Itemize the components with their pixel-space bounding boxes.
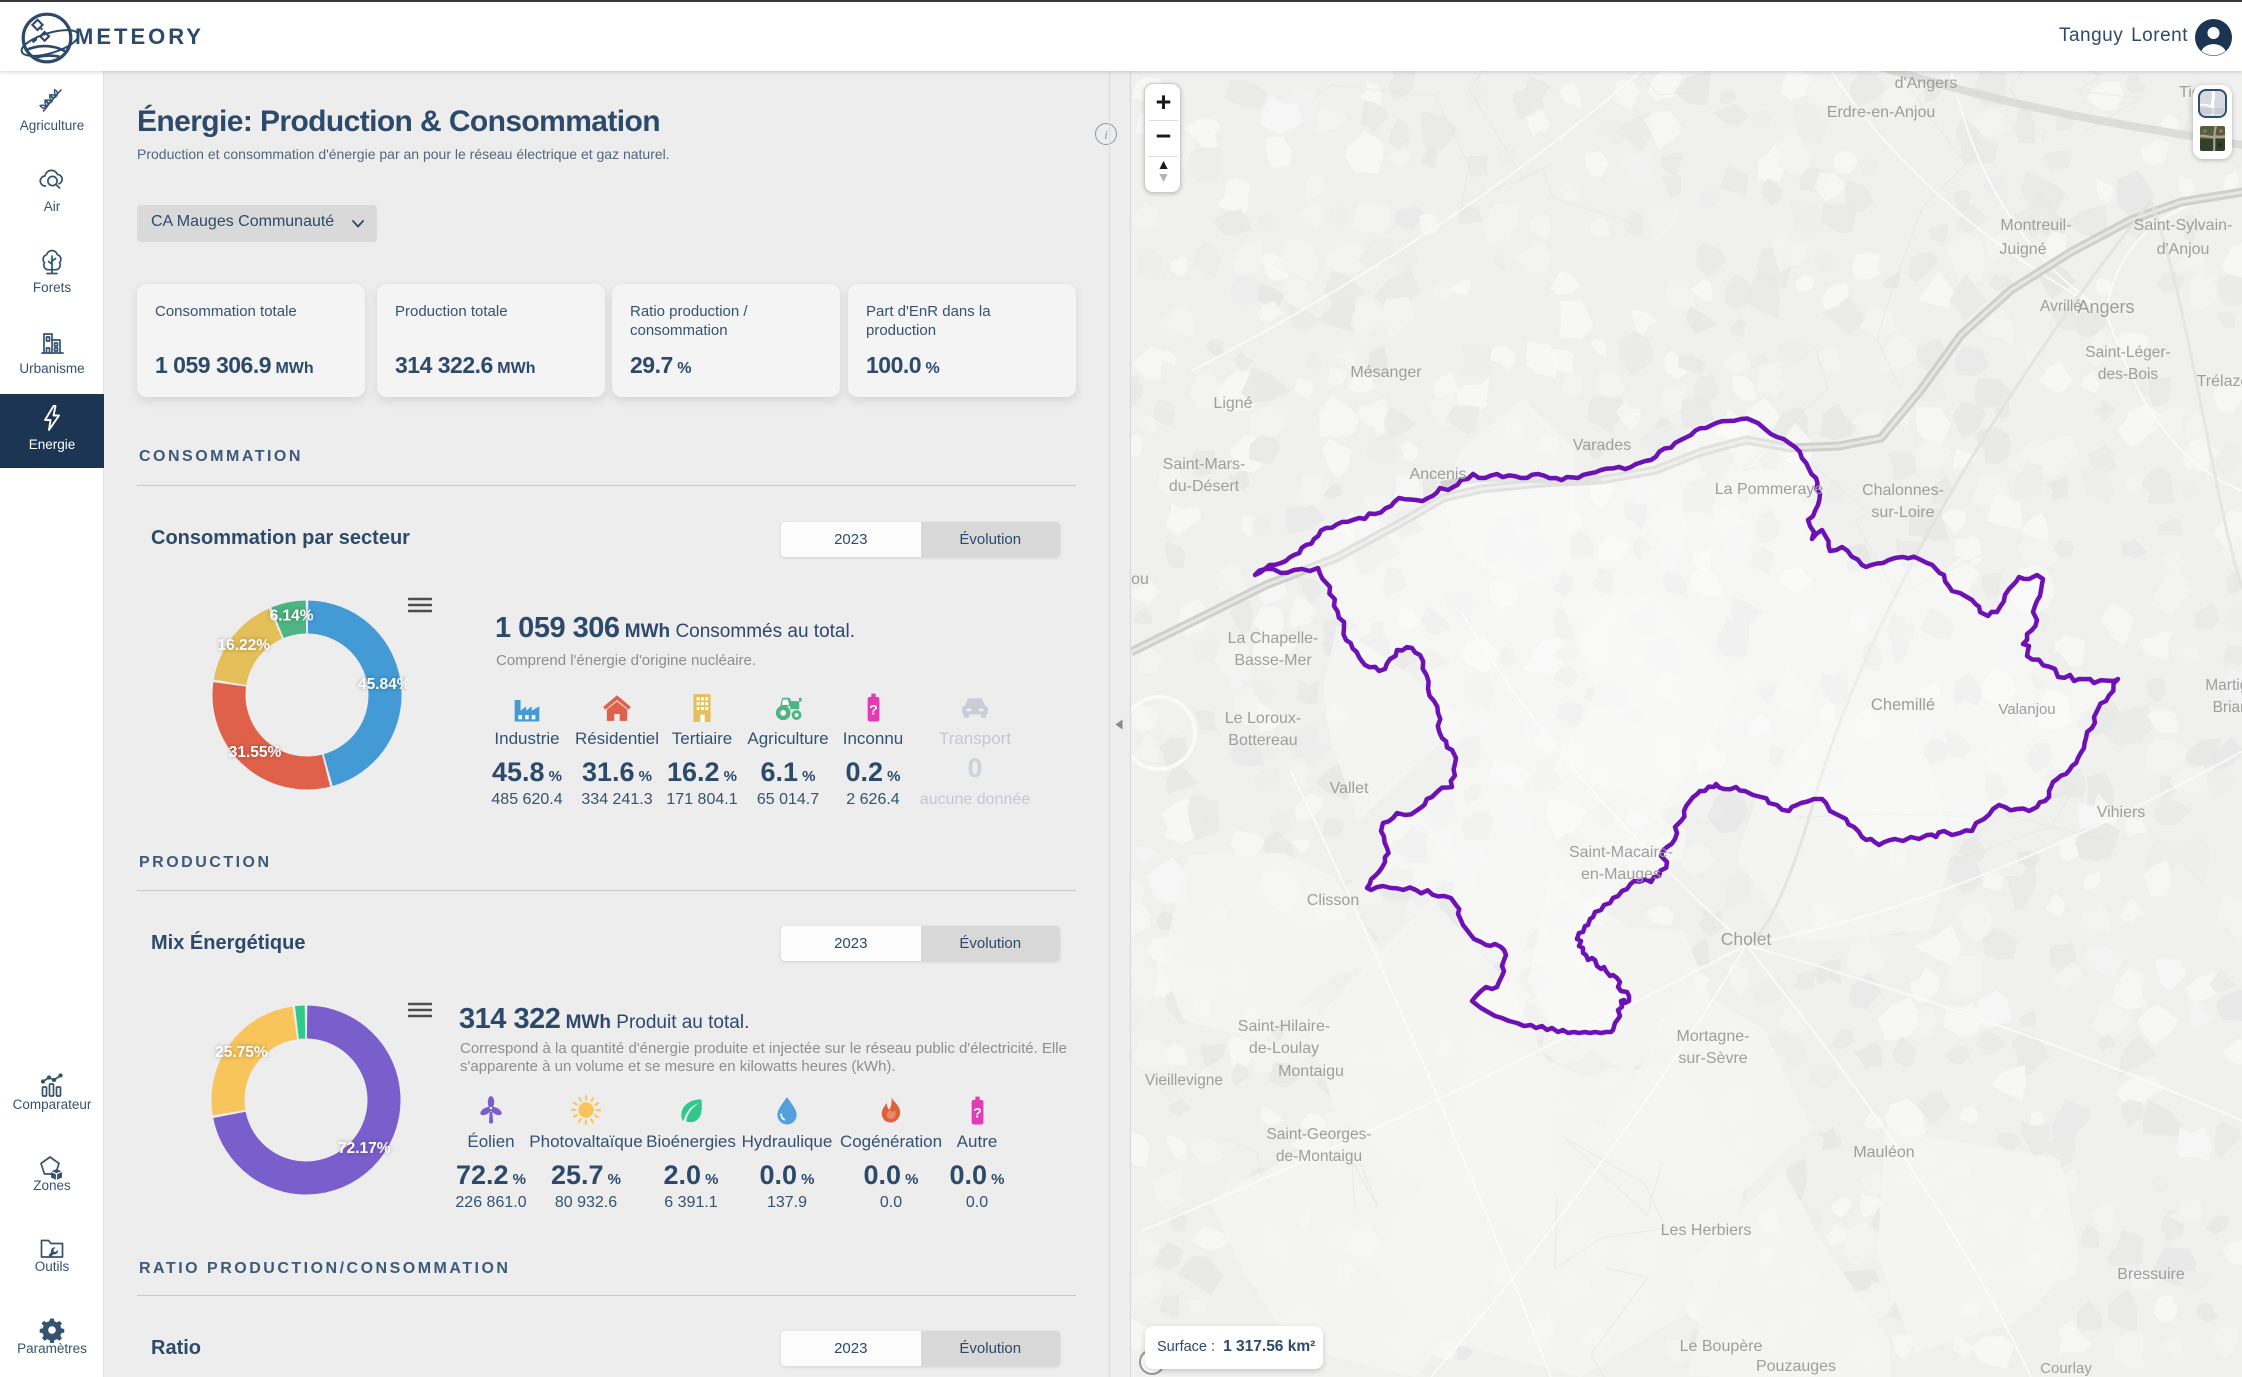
svg-text:Vallet: Vallet bbox=[1330, 780, 1369, 797]
svg-text:Cholet: Cholet bbox=[1721, 929, 1772, 949]
svg-text:Erdre-en-Anjou: Erdre-en-Anjou bbox=[1827, 104, 1936, 121]
svg-text:Clisson: Clisson bbox=[1307, 892, 1359, 909]
svg-text:sur-Loire: sur-Loire bbox=[1871, 504, 1934, 521]
svg-text:Martigné-: Martigné- bbox=[2205, 677, 2242, 694]
svg-text:Mauléon: Mauléon bbox=[1853, 1144, 1914, 1161]
svg-text:?: ? bbox=[869, 702, 878, 718]
svg-text:25.75%: 25.75% bbox=[215, 1044, 268, 1061]
svg-text:sur-Sèvre: sur-Sèvre bbox=[1678, 1050, 1747, 1067]
svg-text:Ancenis: Ancenis bbox=[1410, 466, 1467, 483]
svg-text:31.55%: 31.55% bbox=[229, 744, 282, 761]
svg-text:Saint-Macaire-: Saint-Macaire- bbox=[1569, 844, 1673, 861]
svg-text:Avrillé: Avrillé bbox=[2040, 298, 2082, 315]
svg-text:des-Bois: des-Bois bbox=[2098, 366, 2159, 383]
svg-text:de-Montaigu: de-Montaigu bbox=[1276, 1148, 1362, 1165]
svg-text:Vihiers: Vihiers bbox=[2097, 804, 2146, 821]
svg-text:Saint-Mars-: Saint-Mars- bbox=[1163, 456, 1246, 473]
svg-text:Trélazé: Trélazé bbox=[2197, 373, 2242, 390]
svg-text:La Chapelle-: La Chapelle- bbox=[1228, 630, 1319, 647]
svg-text:Le Loroux-: Le Loroux- bbox=[1225, 710, 1302, 727]
svg-text:Angers: Angers bbox=[2077, 297, 2134, 317]
svg-text:Mésanger: Mésanger bbox=[1350, 364, 1422, 381]
svg-text:d'Angers: d'Angers bbox=[1895, 75, 1958, 92]
svg-text:Bressuire: Bressuire bbox=[2117, 1266, 2185, 1283]
svg-text:Juigné: Juigné bbox=[1999, 241, 2046, 258]
svg-text:45.84%: 45.84% bbox=[358, 676, 407, 693]
svg-text:Saint-Georges-: Saint-Georges- bbox=[1266, 1126, 1371, 1143]
svg-text:Le Boupère: Le Boupère bbox=[1680, 1338, 1763, 1355]
svg-text:Mortagne-: Mortagne- bbox=[1677, 1028, 1750, 1045]
svg-text:ou: ou bbox=[1131, 571, 1149, 588]
svg-text:6.14%: 6.14% bbox=[270, 608, 314, 625]
svg-text:d'Anjou: d'Anjou bbox=[2157, 241, 2210, 258]
svg-text:16.22%: 16.22% bbox=[218, 637, 271, 654]
svg-text:Saint-Hilaire-: Saint-Hilaire- bbox=[1238, 1018, 1330, 1035]
svg-text:en-Mauges: en-Mauges bbox=[1581, 866, 1661, 883]
svg-text:Saint-Sylvain-: Saint-Sylvain- bbox=[2134, 217, 2233, 234]
svg-text:Varades: Varades bbox=[1573, 437, 1631, 454]
svg-text:Briand: Briand bbox=[2213, 699, 2242, 716]
svg-text:Ligné: Ligné bbox=[1213, 395, 1252, 412]
svg-text:Saint-Léger-: Saint-Léger- bbox=[2085, 344, 2170, 361]
svg-text:Basse-Mer: Basse-Mer bbox=[1234, 652, 1312, 669]
svg-text:Vieillevigne: Vieillevigne bbox=[1145, 1072, 1223, 1089]
svg-text:Chalonnes-: Chalonnes- bbox=[1862, 482, 1944, 499]
svg-text:La Pommeraye: La Pommeraye bbox=[1715, 481, 1824, 498]
svg-text:72.17%: 72.17% bbox=[338, 1140, 391, 1157]
svg-text:Bottereau: Bottereau bbox=[1228, 732, 1297, 749]
svg-text:Montaigu: Montaigu bbox=[1278, 1063, 1344, 1080]
svg-text:Pouzauges: Pouzauges bbox=[1756, 1358, 1836, 1375]
svg-text:de-Loulay: de-Loulay bbox=[1249, 1040, 1319, 1057]
svg-text:Courlay: Courlay bbox=[2040, 1360, 2092, 1377]
svg-text:?: ? bbox=[973, 1105, 982, 1121]
svg-text:Chemillé: Chemillé bbox=[1871, 696, 1935, 714]
svg-text:Les Herbiers: Les Herbiers bbox=[1661, 1222, 1752, 1239]
svg-text:Valanjou: Valanjou bbox=[1998, 701, 2055, 718]
svg-text:du-Désert: du-Désert bbox=[1169, 478, 1240, 495]
svg-text:Montreuil-: Montreuil- bbox=[2000, 217, 2071, 234]
